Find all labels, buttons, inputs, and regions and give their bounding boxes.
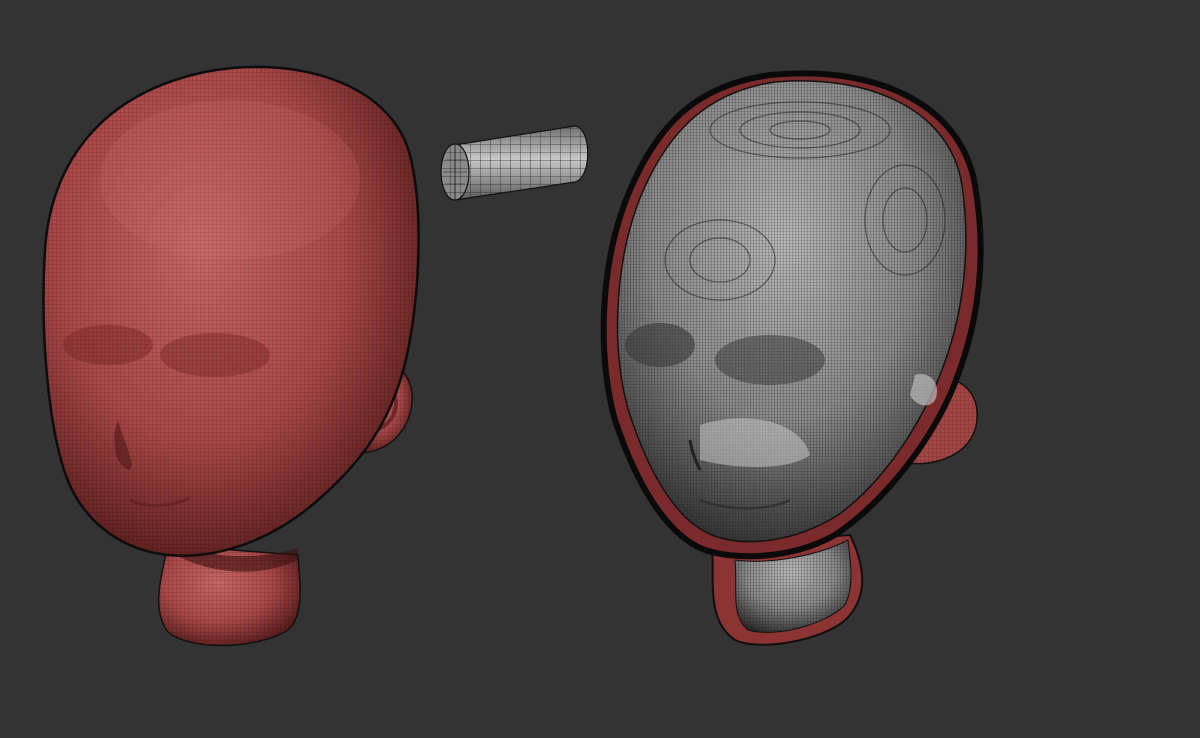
voxel-eye-socket-left [625, 323, 695, 367]
cylinder-mesh[interactable] [440, 125, 589, 201]
original-head-mesh[interactable] [42, 65, 420, 647]
viewport-canvas[interactable] [0, 0, 1200, 738]
voxel-head-mesh[interactable] [600, 70, 984, 646]
eye-socket-left [63, 325, 153, 365]
voxel-eye-socket-right [715, 335, 825, 385]
eye-socket-right [160, 333, 270, 377]
3d-viewport[interactable] [0, 0, 1200, 738]
